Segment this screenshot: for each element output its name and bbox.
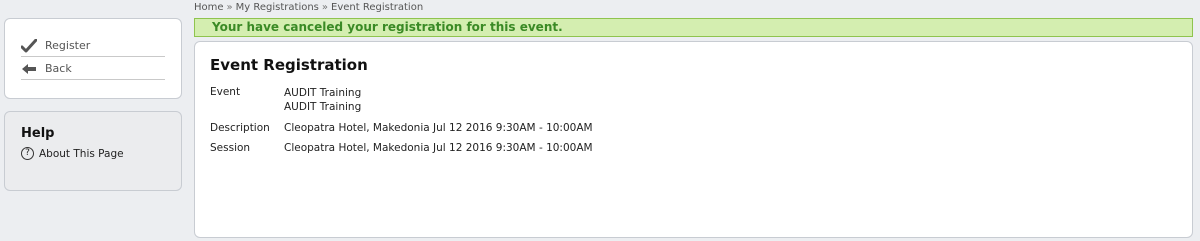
event-row: Event AUDIT Training AUDIT Training [210,86,1177,114]
breadcrumb-current: Event Registration [331,2,424,13]
about-this-page-label: About This Page [39,147,124,160]
breadcrumb-separator: » [226,2,233,13]
breadcrumb-home[interactable]: Home [194,2,224,13]
help-title: Help [21,126,55,141]
breadcrumb-my-registrations[interactable]: My Registrations [236,2,319,13]
checkmark-icon [21,38,39,53]
arrow-left-icon [21,62,39,76]
description-row: Description Cleopatra Hotel, Makedonia J… [210,122,1177,134]
actions-panel: Register Back [4,18,182,99]
main-content: Event Registration Event AUDIT Training … [194,41,1193,238]
register-button[interactable]: Register [21,35,165,57]
breadcrumb-separator: » [321,2,329,13]
session-row: Session Cleopatra Hotel, Makedonia Jul 1… [210,142,1177,154]
register-label: Register [45,39,91,52]
event-label: Event [210,86,241,98]
back-button[interactable]: Back [21,58,165,80]
about-this-page-link[interactable]: ? About This Page [21,147,165,160]
help-panel: Help ? About This Page [4,111,182,191]
session-label: Session [210,142,251,154]
help-question-icon: ? [21,147,34,160]
event-name: AUDIT Training [284,101,362,113]
description-value: Cleopatra Hotel, Makedonia Jul 12 2016 9… [284,122,593,134]
event-value: AUDIT Training AUDIT Training [284,86,361,114]
back-label: Back [45,62,72,75]
description-label: Description [210,122,270,134]
status-message: Your have canceled your registration for… [194,18,1193,37]
page-title: Event Registration [210,56,368,74]
breadcrumb: Home» My Registrations» Event Registration [194,2,423,13]
event-name: AUDIT Training [284,87,362,99]
session-value: Cleopatra Hotel, Makedonia Jul 12 2016 9… [284,142,593,154]
